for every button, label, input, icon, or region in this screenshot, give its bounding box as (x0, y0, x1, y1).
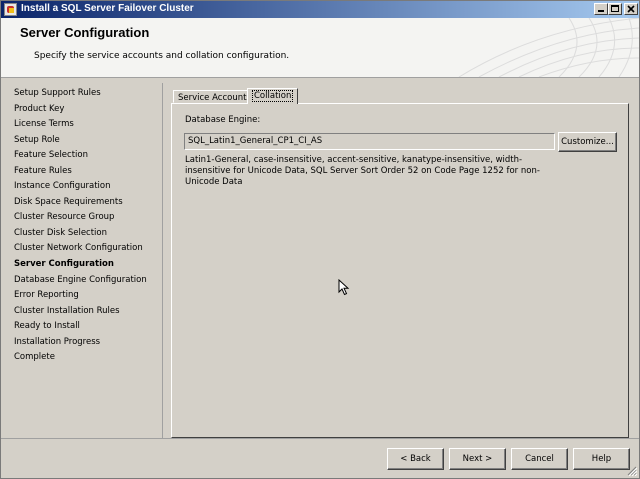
collation-tab-panel (171, 103, 629, 438)
tab-service-accounts[interactable]: Service Accounts (173, 90, 256, 103)
help-button[interactable]: Help (573, 448, 630, 470)
maximize-icon (611, 5, 619, 12)
nav-item-cluster-network-configuration[interactable]: Cluster Network Configuration (14, 243, 143, 253)
page-subtitle: Specify the service accounts and collati… (34, 51, 290, 61)
page-title: Server Configuration (20, 25, 150, 40)
tab-collation[interactable]: Collation (247, 88, 299, 104)
collation-value-field[interactable]: SQL_Latin1_General_CP1_CI_AS (184, 133, 555, 150)
nav-item-cluster-resource-group[interactable]: Cluster Resource Group (14, 212, 114, 222)
nav-item-cluster-installation-rules[interactable]: Cluster Installation Rules (14, 306, 120, 316)
collation-description: Latin1-General, case-insensitive, accent… (185, 155, 540, 187)
installer-window: Install a SQL Server Failover Cluster Se… (0, 0, 640, 479)
nav-item-setup-role[interactable]: Setup Role (14, 135, 60, 145)
footer-divider (1, 438, 639, 439)
customize-button[interactable]: Customize... (558, 132, 617, 152)
window-title: Install a SQL Server Failover Cluster (21, 3, 194, 14)
minimize-button[interactable] (594, 3, 608, 15)
close-icon (627, 5, 635, 13)
nav-item-server-configuration[interactable]: Server Configuration (14, 259, 114, 269)
nav-item-disk-space-requirements[interactable]: Disk Space Requirements (14, 197, 123, 207)
back-button[interactable]: < Back (387, 448, 444, 470)
nav-item-feature-rules[interactable]: Feature Rules (14, 166, 72, 176)
nav-item-cluster-disk-selection[interactable]: Cluster Disk Selection (14, 228, 107, 238)
header-decoration (458, 18, 639, 77)
nav-item-feature-selection[interactable]: Feature Selection (14, 150, 88, 160)
nav-item-setup-support-rules[interactable]: Setup Support Rules (14, 88, 101, 98)
step-navigation: Setup Support Rules Product Key License … (1, 83, 163, 438)
sql-setup-app-icon (4, 3, 17, 16)
nav-item-installation-progress[interactable]: Installation Progress (14, 337, 100, 347)
database-engine-label: Database Engine: (185, 115, 261, 125)
next-button[interactable]: Next > (449, 448, 506, 470)
close-button[interactable] (624, 3, 638, 15)
nav-item-ready-to-install[interactable]: Ready to Install (14, 321, 80, 331)
page-header: Server Configuration Specify the service… (1, 18, 639, 78)
mouse-pointer-icon (338, 279, 350, 296)
minimize-icon (598, 10, 604, 12)
nav-item-complete[interactable]: Complete (14, 352, 55, 362)
nav-item-error-reporting[interactable]: Error Reporting (14, 290, 79, 300)
nav-item-database-engine-configuration[interactable]: Database Engine Configuration (14, 275, 147, 285)
cancel-button[interactable]: Cancel (511, 448, 568, 470)
resize-grip-icon[interactable] (627, 466, 637, 476)
nav-item-license-terms[interactable]: License Terms (14, 119, 74, 129)
tab-collation-label: Collation (252, 90, 294, 102)
nav-item-product-key[interactable]: Product Key (14, 104, 64, 114)
title-bar[interactable]: Install a SQL Server Failover Cluster (1, 1, 639, 18)
nav-item-instance-configuration[interactable]: Instance Configuration (14, 181, 111, 191)
maximize-button[interactable] (608, 3, 622, 15)
